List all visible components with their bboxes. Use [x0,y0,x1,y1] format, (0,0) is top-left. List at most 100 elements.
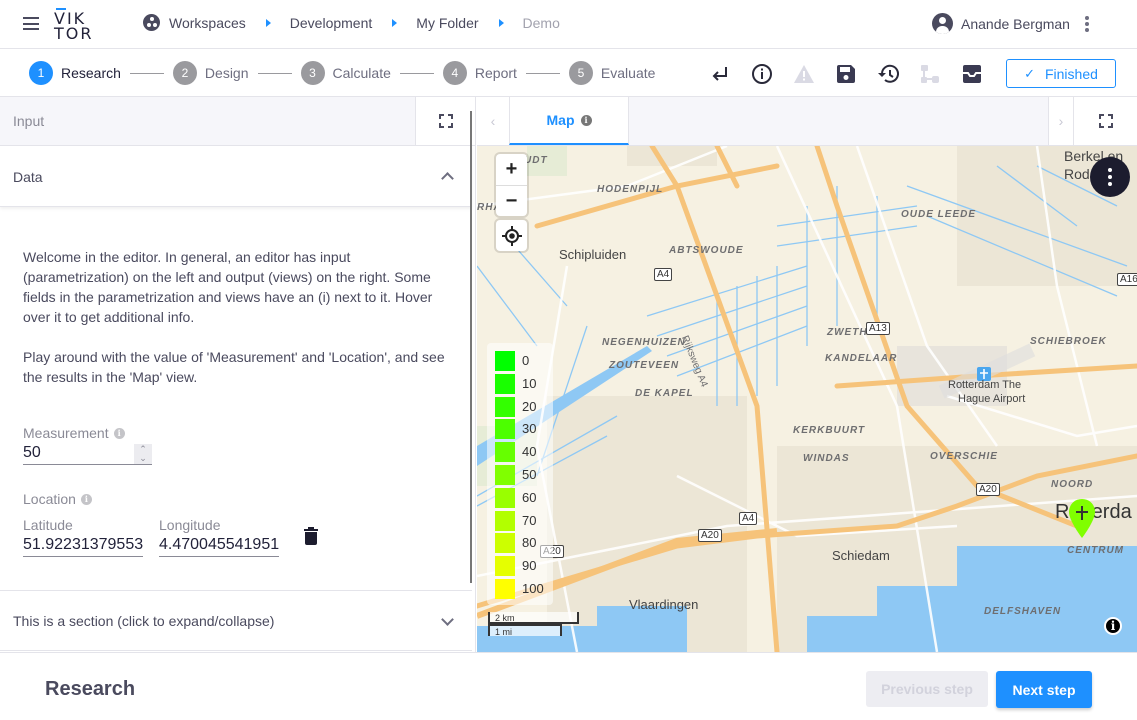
data-section-title: Data [13,169,43,185]
map-place-label: SCHIEBROEK [1030,336,1107,347]
measurement-label: Measurement i [23,425,125,441]
map-marker-icon[interactable] [1068,498,1096,540]
current-step-title: Research [45,678,136,700]
legend-swatch [495,396,515,417]
step-label: Report [474,65,517,81]
step-number: 3 [300,61,325,85]
locate-icon [501,225,522,246]
finished-button[interactable]: ✓ Finished [1006,59,1116,88]
breadcrumb-demo: Demo [522,14,560,31]
legend-swatch [495,556,515,577]
step-label: Design [204,65,249,81]
latitude-input[interactable] [23,533,143,557]
inbox-icon[interactable] [960,62,984,86]
steps-bar: 1 Research 2 Design 3 Calculate 4 Report… [0,49,1137,97]
map-place-label: WINDAS [803,453,850,464]
map-attribution-icon[interactable]: i [1104,617,1122,635]
legend-value: 10 [522,375,537,391]
legend-item: 50 [495,465,555,487]
view-fullscreen-button[interactable] [1073,97,1137,145]
input-panel-title: Input [0,97,415,146]
map-place-label: DE KAPEL [635,388,694,399]
legend-value: 50 [522,467,537,482]
breadcrumb-workspaces[interactable]: Workspaces [169,15,246,31]
fullscreen-icon [1098,114,1113,128]
viktor-logo[interactable]: VIK TOR [54,8,96,42]
next-step-button[interactable]: Next step [996,671,1092,708]
road-shield: A4 [654,268,673,281]
output-panel: ‹ Map i › UDT HODENPIJL RHA ABTSWOUDE OU… [477,97,1137,652]
map-place-label: NOORD [1051,479,1094,490]
longitude-input[interactable] [159,533,279,557]
info-icon[interactable]: i [80,493,92,505]
legend-value: 70 [522,512,537,528]
measurement-input[interactable] [23,441,152,465]
check-icon: ✓ [1024,65,1035,81]
legend-value: 40 [522,444,537,460]
breadcrumb-separator-icon [265,18,271,27]
map-place-label: NEGENHUIZEN [602,337,686,348]
legend-swatch [495,373,515,394]
user-menu[interactable]: Anande Bergman [932,13,1070,34]
legend-item: 80 [495,533,555,555]
history-icon[interactable] [876,62,900,86]
map-view[interactable]: UDT HODENPIJL RHA ABTSWOUDE OUDE LEEDE N… [477,146,1137,652]
warning-icon [792,62,816,86]
step-research[interactable]: 1 Research [29,61,121,85]
legend-item: 20 [495,396,555,419]
legend-item: 90 [495,556,555,578]
map-place-label: ZOUTEVEEN [609,360,680,371]
chevron-up-icon [441,172,454,185]
zoom-in-button[interactable]: + [496,154,527,185]
tab-map[interactable]: Map i [509,97,629,145]
map-place-label: CENTRUM [1067,545,1124,556]
info-icon[interactable]: i [580,114,592,126]
step-design[interactable]: 2 Design [172,61,249,85]
intro-paragraph: Play around with the value of 'Measureme… [23,349,445,385]
map-city-label: Hague Airport [958,393,1026,405]
breadcrumb: Workspaces Development My Folder Demo [143,14,560,31]
breadcrumb-development[interactable]: Development [290,15,373,31]
top-bar: VIK TOR Workspaces Development My Folder… [0,0,1137,49]
step-connector [257,72,292,74]
previous-step-button[interactable]: Previous step [866,671,988,707]
breadcrumb-my-folder[interactable]: My Folder [416,15,478,31]
more-options-icon[interactable] [1084,16,1090,32]
map-zoom-control: + − [496,154,527,216]
menu-icon[interactable] [23,17,39,30]
road-shield: A20 [698,529,722,542]
map-place-label: HODENPIJL [597,184,664,195]
save-icon[interactable] [834,62,858,86]
legend-value: 0 [522,353,530,368]
step-number: 5 [568,61,593,85]
fullscreen-icon [439,114,453,128]
zoom-out-button[interactable]: − [496,185,527,216]
legend-swatch [495,579,515,599]
legend-value: 100 [522,581,544,596]
input-fullscreen-button[interactable] [415,97,476,146]
scale-mi: 1 mi [488,624,562,637]
tab-scroll-left-icon[interactable]: ‹ [477,97,509,145]
map-options-button[interactable] [1090,157,1130,197]
input-scrollbar[interactable] [470,111,472,583]
locate-button[interactable] [496,220,527,251]
step-calculate[interactable]: 3 Calculate [300,61,391,85]
collapsible-section-header[interactable]: This is a section (click to expand/colla… [0,590,472,651]
legend-item: 40 [495,442,555,464]
tab-scroll-right-icon[interactable]: › [1048,97,1073,145]
data-section-header[interactable]: Data [0,146,472,207]
legend-swatch [495,487,515,508]
step-connector [525,72,560,74]
map-city-label: Schipluiden [559,247,627,262]
breadcrumb-separator-icon [498,18,504,27]
step-report[interactable]: 4 Report [442,61,517,85]
measurement-stepper[interactable]: ⌃ ⌄ [134,444,152,464]
info-icon[interactable]: i [113,427,125,439]
delete-location-icon[interactable] [304,527,318,545]
enter-icon[interactable] [708,62,732,86]
step-evaluate[interactable]: 5 Evaluate [568,61,655,85]
info-icon[interactable] [750,62,774,86]
road-shield: A13 [866,322,890,335]
map-city-label: Schiedam [832,548,890,563]
workspaces-icon[interactable] [143,14,160,31]
